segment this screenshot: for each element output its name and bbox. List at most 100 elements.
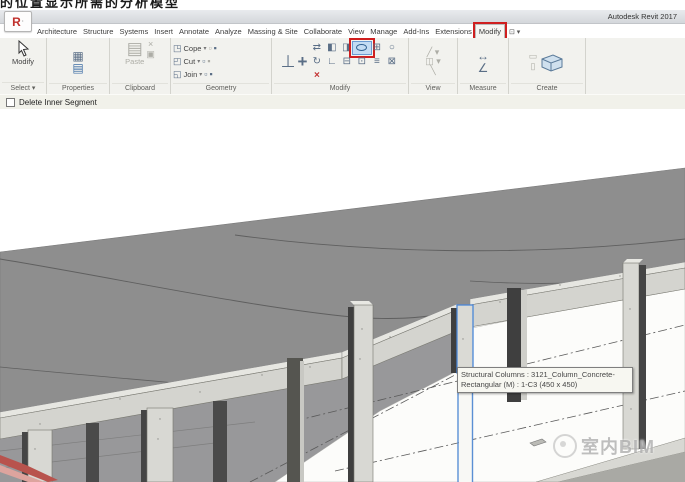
- properties-palette-icon[interactable]: ▤: [72, 62, 83, 74]
- panel-view: ╱ ▾ ◫ ▾ ╲ View: [409, 38, 458, 94]
- selected-tool-glyph: [356, 44, 367, 51]
- cut-caret-icon: ▾: [197, 58, 200, 65]
- tab-view[interactable]: View: [345, 25, 367, 38]
- measure-panel-label: Measure: [460, 83, 506, 94]
- ribbon: Modify Select ▾ ▦ ▤ Properties ▤ Paste ×…: [0, 38, 685, 95]
- column-lit-edge: [300, 361, 304, 482]
- panel-geometry: ◳ Cope▾ ▫ ▪ ◰ Cut▾ ▫ ▪ ◱ Join▾ ▫ ▪: [171, 38, 272, 94]
- revit-window: 的位置显示所需的分析模型 Autodesk Revit 2017 R· Arch…: [0, 0, 685, 482]
- split-element-icon[interactable]: ⊟: [343, 57, 351, 67]
- cursor-arrow-icon: [16, 40, 31, 57]
- title-bar: Autodesk Revit 2017: [0, 10, 685, 24]
- tab-insert[interactable]: Insert: [151, 25, 176, 38]
- geometry-mini-icon[interactable]: ▫: [204, 70, 207, 79]
- paste-icon: ▤: [127, 40, 143, 57]
- watermark: 室内BIM: [553, 433, 655, 459]
- join-button[interactable]: ◱ Join▾ ▫ ▪: [173, 68, 269, 81]
- modify-select-button[interactable]: Modify: [12, 40, 34, 66]
- column-dark-side: [348, 307, 354, 482]
- tab-analyze[interactable]: Analyze: [212, 25, 245, 38]
- tooltip-line-2: Rectangular (M) : 1-C3 (450 x 450): [461, 380, 629, 390]
- properties-type-icon[interactable]: ▦: [72, 50, 83, 62]
- geometry-mini-icon[interactable]: ▪: [214, 44, 217, 53]
- column-front[interactable]: [354, 305, 373, 482]
- geometry-mini-icon[interactable]: ▪: [207, 57, 210, 66]
- cut-to-clipboard-icon[interactable]: ×: [148, 40, 153, 49]
- panel-properties: ▦ ▤ Properties: [47, 38, 110, 94]
- tooltip-line-1: Structural Columns : 3121_Column_Concret…: [461, 370, 629, 380]
- create-similar-icon[interactable]: [539, 51, 565, 73]
- rotate-icon[interactable]: ↻: [313, 57, 321, 67]
- ribbon-tab-row: ArchitectureStructureSystemsInsertAnnota…: [34, 23, 684, 38]
- move-icon[interactable]: +: [297, 53, 307, 70]
- panel-modify: ⊥ + ⇄ ◧ ◨ ⊞ ○ ↻ ∟ ⊟ ⊡ ≡ ⊠ × Mo: [272, 38, 409, 94]
- element-tooltip: Structural Columns : 3121_Column_Concret…: [457, 367, 633, 393]
- tab-massing-site[interactable]: Massing & Site: [245, 25, 301, 38]
- tab-modify[interactable]: Modify: [475, 24, 505, 38]
- panel-clipboard: ▤ Paste × ▣ Clipboard: [110, 38, 171, 94]
- cope-icon: ◳: [173, 44, 182, 53]
- tab-systems[interactable]: Systems: [116, 25, 151, 38]
- column-dark-side: [141, 410, 147, 482]
- watermark-logo-icon: [553, 434, 577, 458]
- join-icon: ◱: [173, 70, 182, 79]
- geometry-panel-label: Geometry: [173, 83, 269, 94]
- panel-measure: ↔ ∠ Measure: [458, 38, 509, 94]
- view-panel-label: View: [411, 83, 455, 94]
- drawing-area-3d-view[interactable]: Structural Columns : 3121_Column_Concret…: [0, 109, 685, 482]
- model-scene: [0, 109, 685, 482]
- copy-icon[interactable]: ○: [389, 43, 395, 53]
- tab-extensions[interactable]: Extensions: [432, 25, 475, 38]
- cut-geometry-icon: ◰: [173, 57, 182, 66]
- modify-panel-label: Modify: [274, 83, 406, 94]
- geometry-mini-icon[interactable]: ▪: [210, 70, 213, 79]
- column-dark-side[interactable]: [86, 423, 99, 482]
- trim-extend-icon[interactable]: ∟: [327, 57, 337, 67]
- delete-inner-segment-checkbox[interactable]: [6, 98, 15, 107]
- select-panel-label[interactable]: Select ▾: [2, 82, 44, 94]
- copy-to-clipboard-icon[interactable]: ▣: [146, 50, 155, 59]
- geometry-mini-icon[interactable]: ▫: [208, 44, 211, 53]
- mirror-pick-axis-icon[interactable]: ◧: [327, 43, 336, 53]
- tab-structure[interactable]: Structure: [80, 25, 116, 38]
- create-assembly-icon[interactable]: ▯: [531, 62, 536, 71]
- ribbon-filler: [586, 38, 685, 94]
- tab-manage[interactable]: Manage: [367, 25, 400, 38]
- paste-button[interactable]: ▤ Paste: [125, 40, 144, 66]
- unpin-icon[interactable]: ⊠: [388, 57, 396, 67]
- tab-collaborate[interactable]: Collaborate: [301, 25, 345, 38]
- panel-select: Modify Select ▾: [0, 38, 47, 94]
- clipboard-panel-label: Clipboard: [112, 83, 168, 94]
- cope-button[interactable]: ◳ Cope▾ ▫ ▪: [173, 42, 269, 55]
- measure-aligned-icon[interactable]: ↔: [477, 50, 489, 62]
- cut-button[interactable]: ◰ Cut▾ ▫ ▪: [173, 55, 269, 68]
- column-top-face: [350, 301, 373, 305]
- application-menu-button[interactable]: R·: [4, 11, 32, 32]
- tab-annotate[interactable]: Annotate: [176, 25, 212, 38]
- pin-icon[interactable]: ⊡: [358, 57, 366, 67]
- tab-add-ins[interactable]: Add-Ins: [400, 25, 432, 38]
- column-dark-side[interactable]: [213, 401, 227, 482]
- column-front[interactable]: [623, 263, 639, 449]
- column-dark-side: [639, 265, 646, 449]
- clipped-caption: 的位置显示所需的分析模型: [0, 0, 685, 10]
- geometry-mini-icon[interactable]: ▫: [202, 57, 205, 66]
- measure-between-refs-icon[interactable]: ∠: [478, 62, 489, 74]
- tab-architecture[interactable]: Architecture: [34, 25, 80, 38]
- ribbon-minimize-toggle[interactable]: ⊡ ▾: [509, 28, 520, 38]
- selected-modify-tool-icon[interactable]: [352, 41, 372, 55]
- panel-create: ▭ ▯ Create: [509, 38, 586, 94]
- delete-inner-segment-label: Delete Inner Segment: [19, 98, 97, 107]
- cope-caret-icon: ▾: [203, 45, 206, 52]
- view-tool-icon[interactable]: ╲: [430, 66, 435, 75]
- app-title: Autodesk Revit 2017: [608, 12, 677, 21]
- mirror-draw-axis-icon[interactable]: ◨: [342, 43, 351, 53]
- scale-icon[interactable]: ≡: [374, 57, 380, 67]
- delete-icon[interactable]: ×: [314, 70, 320, 81]
- properties-panel-label: Properties: [49, 83, 107, 94]
- offset-icon[interactable]: ⇄: [313, 43, 321, 53]
- align-icon[interactable]: ⊥: [281, 53, 296, 70]
- array-icon[interactable]: ⊞: [373, 43, 381, 53]
- join-caret-icon: ▾: [199, 71, 202, 78]
- create-group-icon[interactable]: ▭: [529, 52, 538, 61]
